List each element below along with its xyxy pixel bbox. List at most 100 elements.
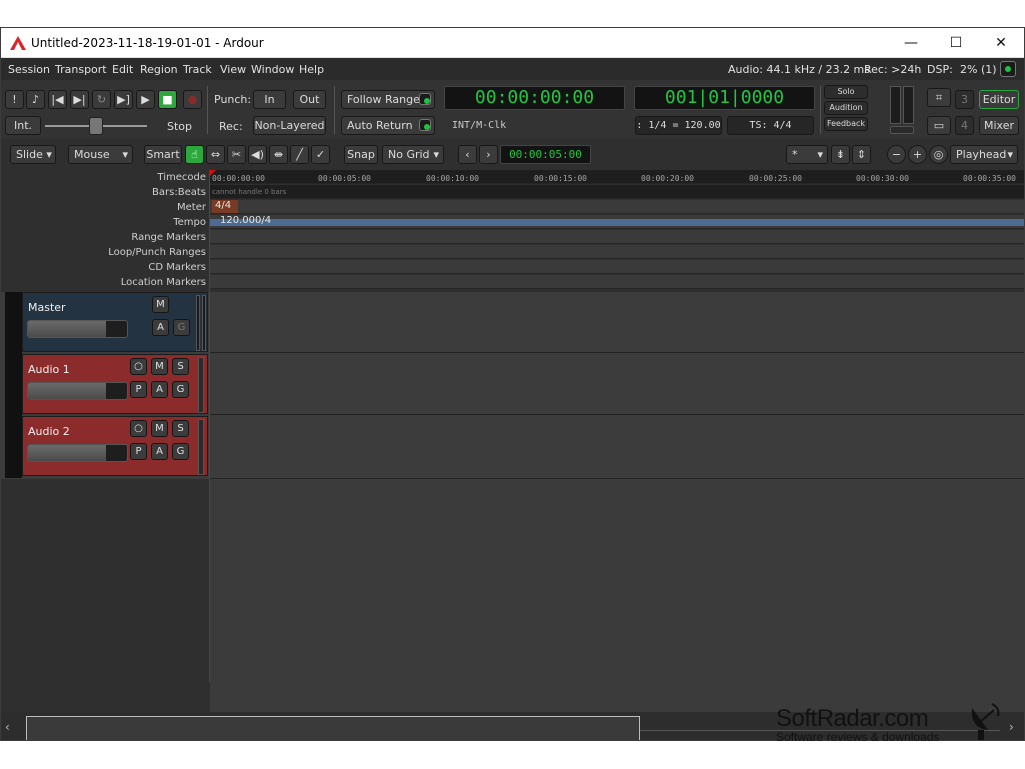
ruler-label-timecode[interactable]: Timecode bbox=[157, 172, 206, 183]
master-mute-button[interactable]: M bbox=[152, 296, 169, 313]
menu-transport[interactable]: Transport bbox=[55, 63, 107, 76]
window-4-button[interactable]: 4 bbox=[955, 116, 974, 135]
nudge-forward-icon[interactable]: › bbox=[479, 145, 498, 164]
ruler-label-cd-markers[interactable]: CD Markers bbox=[148, 262, 206, 273]
snap-button[interactable]: Snap bbox=[344, 145, 378, 164]
audio1-automation-button[interactable]: A bbox=[151, 381, 168, 398]
stop-icon[interactable]: ■ bbox=[158, 90, 177, 109]
zoom-in-icon[interactable]: + bbox=[908, 145, 927, 164]
audio2-group-button[interactable]: G bbox=[172, 443, 189, 460]
primary-clock[interactable]: 00:00:00:00 bbox=[444, 86, 625, 110]
tempo-readout[interactable]: : 1/4 = 120.00 bbox=[635, 116, 722, 135]
audio1-gain-fader[interactable] bbox=[27, 382, 128, 400]
shuttle-knob[interactable] bbox=[89, 117, 103, 135]
shrink-tracks-icon[interactable]: ⇟ bbox=[831, 145, 850, 164]
master-automation-button[interactable]: A bbox=[152, 319, 169, 336]
audio1-mute-button[interactable]: M bbox=[151, 358, 168, 375]
secondary-clock[interactable]: 001|01|0000 bbox=[634, 86, 815, 110]
menu-region[interactable]: Region bbox=[140, 63, 178, 76]
edit-point-dropdown[interactable]: Playhead ▾ bbox=[950, 145, 1018, 164]
stretch-tool-icon[interactable]: ⇼ bbox=[269, 145, 288, 164]
window-3-button[interactable]: 3 bbox=[955, 90, 974, 109]
cut-tool-icon[interactable]: ✂ bbox=[227, 145, 246, 164]
menu-edit[interactable]: Edit bbox=[112, 63, 133, 76]
summary-viewport[interactable] bbox=[26, 716, 640, 740]
location-markers-ruler[interactable] bbox=[210, 275, 1024, 289]
audition-indicator[interactable]: Audition bbox=[824, 101, 868, 115]
track-header-audio-1[interactable]: Audio 1 ○ M S P A G bbox=[22, 354, 208, 414]
gain-tool-icon[interactable]: ◀) bbox=[248, 145, 267, 164]
scroll-left-icon[interactable]: ‹ bbox=[5, 720, 10, 734]
menu-track[interactable]: Track bbox=[183, 63, 212, 76]
tempo-ruler[interactable]: 120.000/4 bbox=[210, 215, 1024, 229]
audio2-solo-button[interactable]: S bbox=[172, 420, 189, 437]
loop-punch-ruler[interactable] bbox=[210, 245, 1024, 259]
mixer-strip-icon[interactable]: ▭ bbox=[927, 116, 951, 135]
track-name-audio-1[interactable]: Audio 1 bbox=[28, 363, 70, 376]
track-name-audio-2[interactable]: Audio 2 bbox=[28, 425, 70, 438]
maximize-button[interactable]: ☐ bbox=[933, 28, 979, 58]
editor-button[interactable]: Editor bbox=[979, 90, 1019, 109]
ruler-label-location-markers[interactable]: Location Markers bbox=[121, 277, 206, 288]
zoom-focus-dropdown[interactable]: * ▾ bbox=[786, 145, 828, 164]
edit-mode-dropdown[interactable]: Slide ▾ bbox=[10, 145, 56, 164]
nudge-clock[interactable]: 00:00:05:00 bbox=[500, 145, 591, 164]
ruler-label-bars-beats[interactable]: Bars:Beats bbox=[152, 187, 206, 198]
ruler-label-meter[interactable]: Meter bbox=[177, 202, 206, 213]
scroll-right-icon[interactable]: › bbox=[1009, 720, 1014, 734]
ruler-label-loop-punch[interactable]: Loop/Punch Ranges bbox=[108, 247, 206, 258]
timecode-ruler[interactable]: 00:00:00:00 00:00:05:00 00:00:10:00 00:0… bbox=[210, 170, 1024, 184]
audio2-rec-arm-button[interactable]: ○ bbox=[130, 420, 147, 437]
menu-session[interactable]: Session bbox=[8, 63, 50, 76]
audio2-playlist-button[interactable]: P bbox=[130, 443, 147, 460]
menu-window[interactable]: Window bbox=[251, 63, 294, 76]
crop-icon[interactable]: ⌗ bbox=[927, 88, 951, 107]
close-button[interactable]: ✕ bbox=[978, 28, 1024, 58]
status-led-icon[interactable] bbox=[1000, 61, 1016, 77]
master-gain-fader[interactable] bbox=[27, 320, 128, 338]
grid-dropdown[interactable]: No Grid ▾ bbox=[382, 145, 444, 164]
audio2-mute-button[interactable]: M bbox=[151, 420, 168, 437]
solo-indicator[interactable]: Solo bbox=[824, 85, 868, 99]
goto-end-icon[interactable]: ▶| bbox=[70, 90, 89, 109]
loop-icon[interactable]: ↻ bbox=[92, 90, 111, 109]
zoom-session-icon[interactable]: ◎ bbox=[929, 145, 948, 164]
track-header-audio-2[interactable]: Audio 2 ○ M S P A G bbox=[22, 416, 208, 476]
ripple-mode-dropdown[interactable]: Mouse ▾ bbox=[68, 145, 133, 164]
range-markers-ruler[interactable] bbox=[210, 230, 1024, 244]
bars-beats-ruler[interactable]: cannot handle 0 bars bbox=[210, 185, 1024, 199]
range-tool-icon[interactable]: ⇔ bbox=[206, 145, 225, 164]
cd-markers-ruler[interactable] bbox=[210, 260, 1024, 274]
rec-mode-dropdown[interactable]: Non-Layered bbox=[253, 116, 326, 135]
draw-tool-icon[interactable]: ╱ bbox=[290, 145, 309, 164]
menu-view[interactable]: View bbox=[220, 63, 246, 76]
meter-marker[interactable]: 4/4 bbox=[212, 200, 238, 213]
expand-tracks-icon[interactable]: ⇕ bbox=[852, 145, 871, 164]
playhead-line[interactable] bbox=[209, 170, 210, 682]
int-sync-button[interactable]: Int. bbox=[5, 116, 41, 135]
minimize-button[interactable]: — bbox=[888, 28, 934, 58]
audio1-solo-button[interactable]: S bbox=[172, 358, 189, 375]
ruler-label-range-markers[interactable]: Range Markers bbox=[131, 232, 206, 243]
panic-button[interactable]: ! bbox=[5, 90, 24, 109]
audio2-gain-fader[interactable] bbox=[27, 444, 128, 462]
playhead-marker-icon[interactable] bbox=[209, 170, 216, 177]
zoom-out-icon[interactable]: − bbox=[887, 145, 906, 164]
ruler-label-tempo[interactable]: Tempo bbox=[173, 217, 206, 228]
nudge-back-icon[interactable]: ‹ bbox=[458, 145, 477, 164]
empty-track-area[interactable] bbox=[210, 479, 1024, 712]
audio1-playlist-button[interactable]: P bbox=[130, 381, 147, 398]
punch-out-button[interactable]: Out bbox=[293, 90, 326, 109]
track-group-tab[interactable] bbox=[5, 292, 22, 478]
meter-ruler[interactable]: 4/4 bbox=[210, 200, 1024, 214]
content-tool-icon[interactable]: ✓ bbox=[311, 145, 330, 164]
grab-tool-icon[interactable]: ☝ bbox=[185, 145, 204, 164]
audio2-automation-button[interactable]: A bbox=[151, 443, 168, 460]
goto-start-icon[interactable]: |◀ bbox=[48, 90, 67, 109]
play-range-icon[interactable]: ▶] bbox=[114, 90, 133, 109]
tempo-marker[interactable]: 120.000/4 bbox=[220, 215, 271, 226]
mixer-button[interactable]: Mixer bbox=[979, 116, 1019, 135]
time-signature-readout[interactable]: TS: 4/4 bbox=[727, 116, 814, 135]
metronome-icon[interactable]: ♪ bbox=[26, 90, 45, 109]
feedback-indicator[interactable]: Feedback bbox=[824, 117, 868, 131]
